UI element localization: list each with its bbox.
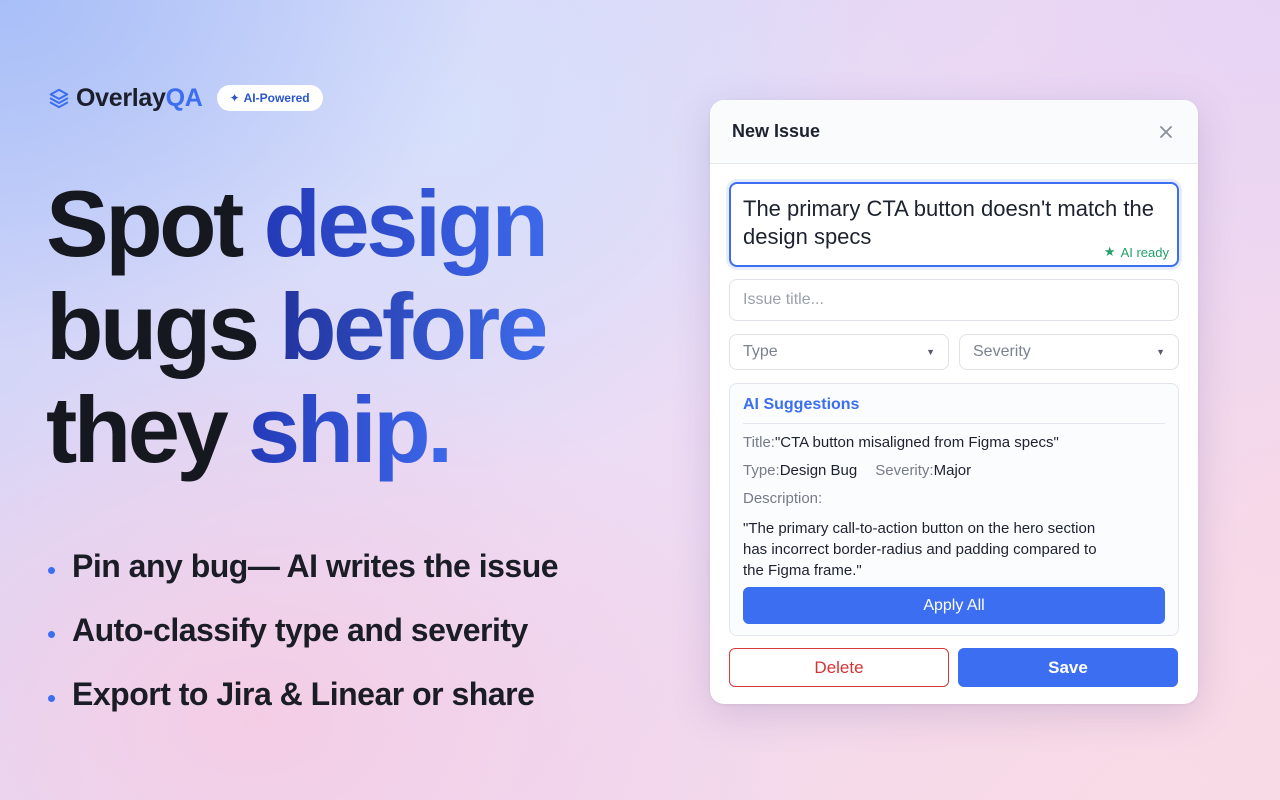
issue-description-textarea[interactable]: The primary CTA button doesn't match the… — [729, 182, 1179, 267]
brand-name-accent: QA — [165, 83, 203, 112]
headline-line-1: Spot design — [46, 171, 549, 276]
ai-suggestions-heading: AI Suggestions — [743, 396, 1165, 424]
badge-label: AI-Powered — [243, 91, 310, 105]
feature-text: Pin any bug— AI writes the issue — [72, 547, 559, 584]
delete-button[interactable]: Delete — [729, 648, 949, 687]
save-button[interactable]: Save — [958, 648, 1178, 687]
severity-select-value: Severity — [973, 343, 1031, 360]
suggested-type-value: Design Bug — [779, 462, 858, 479]
star-icon: ★ — [1103, 244, 1116, 259]
chevron-down-icon: ▼ — [1156, 347, 1165, 357]
type-select[interactable]: Type ▼ — [729, 334, 949, 370]
headline-text: bugs — [46, 274, 280, 379]
brand-name-primary: Overlay — [76, 83, 166, 112]
suggested-title-label: Title: — [743, 434, 775, 451]
severity-select[interactable]: Severity ▼ — [959, 334, 1179, 370]
headline-line-2: bugs before — [46, 274, 549, 379]
type-select-value: Type — [743, 343, 778, 360]
new-issue-modal: New Issue The primary CTA button doesn't… — [710, 100, 1198, 704]
apply-all-button[interactable]: Apply All — [743, 587, 1165, 624]
chevron-down-icon: ▼ — [926, 347, 935, 357]
sparkle-icon: ✦ — [229, 91, 240, 105]
feature-item: Pin any bug— AI writes the issue — [48, 546, 559, 586]
bullet-dot-icon — [48, 566, 55, 574]
suggested-title: Title:"CTA button misaligned from Figma … — [743, 434, 1165, 452]
bullet-dot-icon — [48, 694, 55, 702]
feature-text: Auto-classify type and severity — [72, 611, 528, 648]
feature-item: Export to Jira & Linear or share — [48, 674, 558, 714]
suggested-description-label: Description: — [743, 490, 1165, 508]
headline-highlight: design — [263, 171, 548, 276]
layers-icon — [48, 87, 70, 109]
suggested-description-value: "The primary call-to-action button on th… — [743, 520, 1097, 579]
headline-highlight: ship. — [247, 377, 453, 482]
close-icon[interactable] — [1156, 122, 1176, 142]
description-value: The primary CTA button doesn't match the… — [743, 196, 1154, 249]
suggested-severity-value: Major — [933, 462, 972, 479]
headline-line-3: they ship. — [46, 378, 545, 481]
brand: OverlayQA ✦ AI-Powered — [48, 84, 323, 112]
description-label: Description: — [743, 490, 823, 507]
feature-item: Auto-classify type and severity — [48, 610, 558, 650]
feature-list: Pin any bug— AI writes the issue Auto-cl… — [48, 546, 559, 738]
modal-header: New Issue — [710, 100, 1198, 164]
brand-name: OverlayQA — [76, 84, 203, 113]
suggested-type-label: Type: — [743, 462, 780, 479]
headline-highlight: before — [279, 274, 549, 379]
bullet-dot-icon — [48, 630, 55, 638]
suggested-type-severity: Type:Design Bug Severity:Major — [743, 462, 1165, 480]
ai-ready-label: AI ready — [1120, 244, 1169, 260]
headline-text: they — [46, 377, 248, 482]
suggested-title-value: "CTA button misaligned from Figma specs" — [774, 434, 1059, 451]
modal-title: New Issue — [732, 121, 821, 141]
suggested-severity-label: Severity: — [875, 462, 934, 479]
ai-suggestions-panel: AI Suggestions Title:"CTA button misalig… — [729, 383, 1179, 636]
hero-headline: Spot design bugs before they ship. — [46, 171, 549, 481]
ai-powered-badge: ✦ AI-Powered — [216, 85, 323, 111]
ai-ready-status: ★ AI ready — [1104, 244, 1169, 260]
issue-title-input[interactable] — [729, 279, 1179, 321]
headline-text: Spot — [46, 171, 264, 276]
feature-text: Export to Jira & Linear or share — [72, 675, 535, 712]
